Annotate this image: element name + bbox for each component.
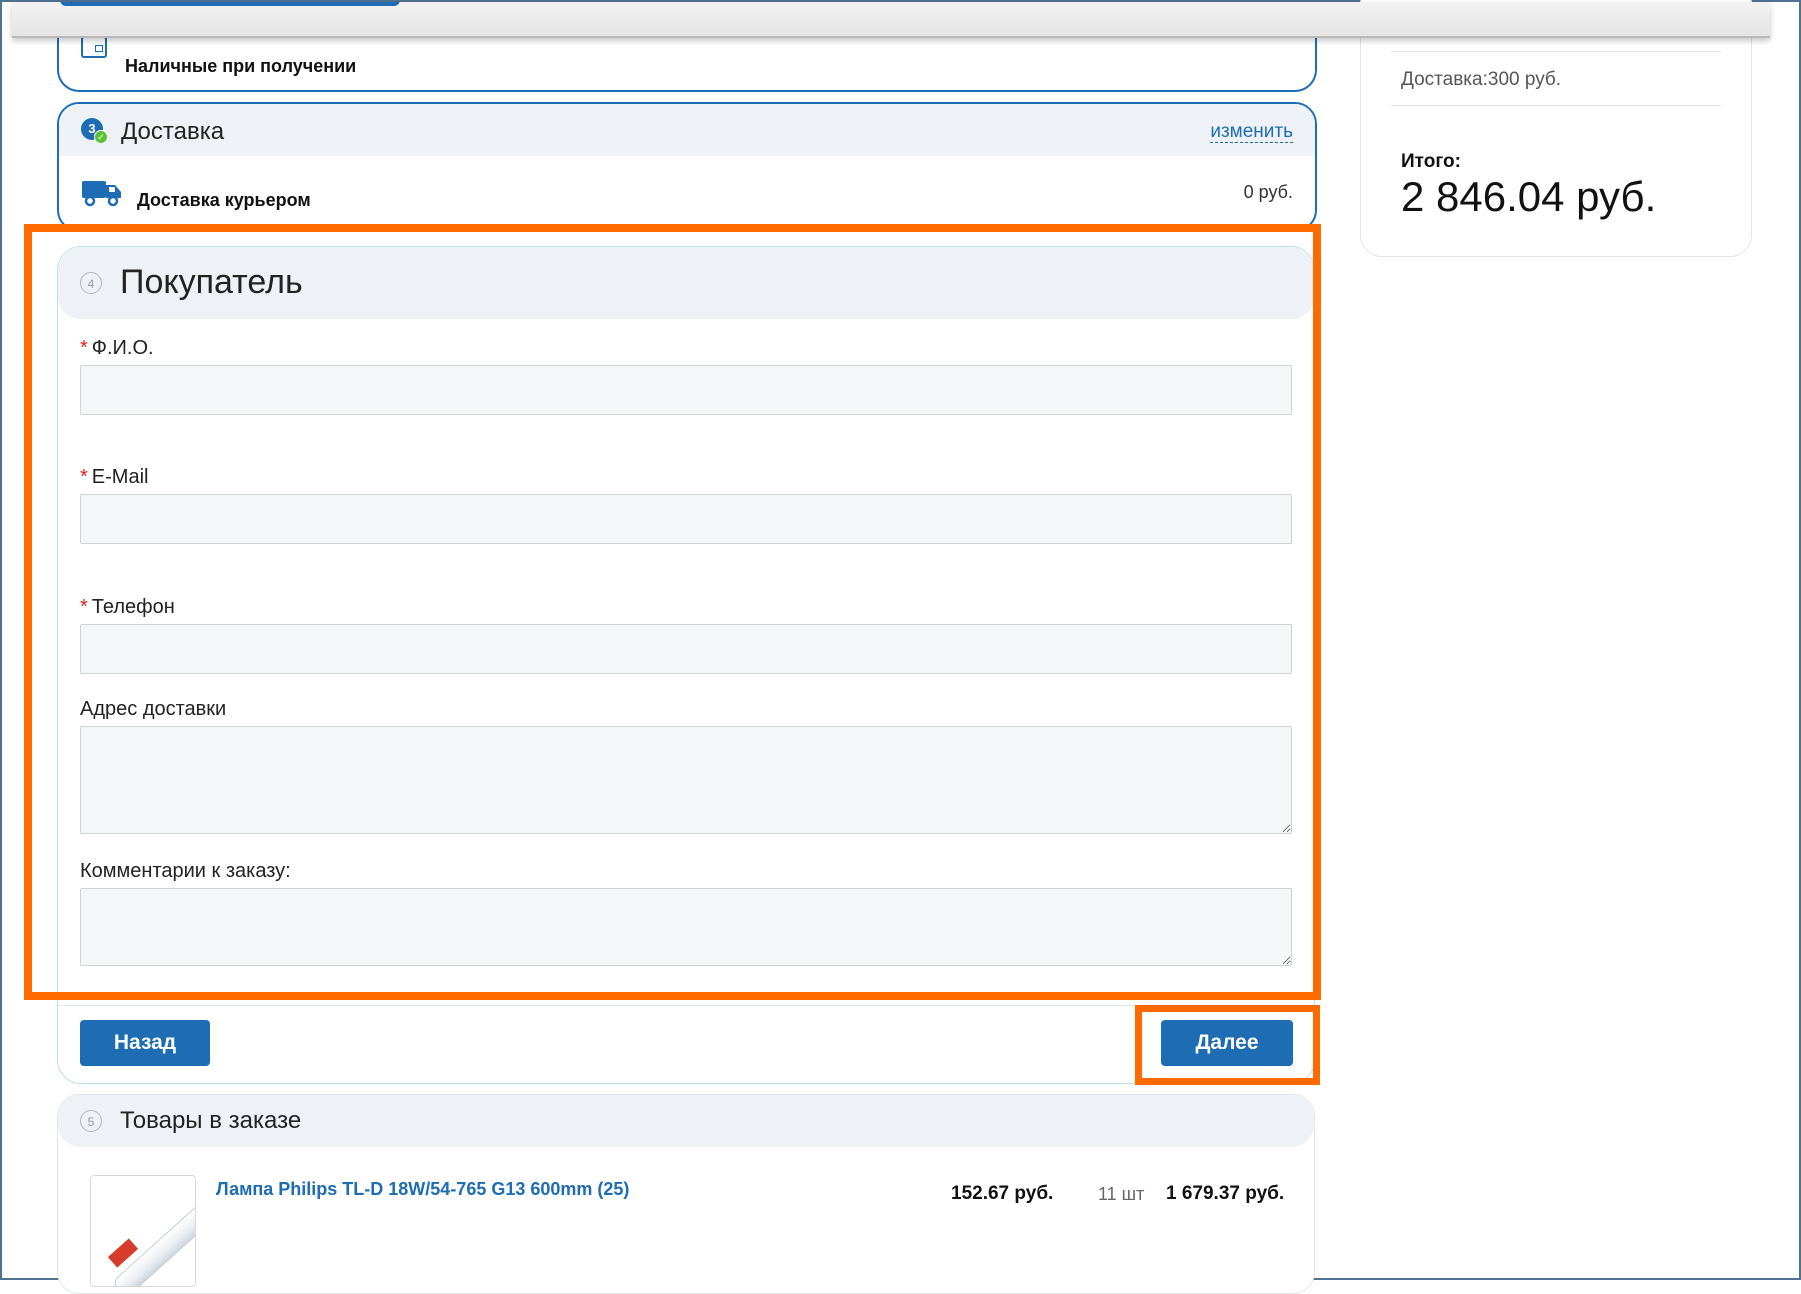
product-quantity: 11 шт [1098,1184,1145,1204]
email-label-text: E-Mail [91,466,149,488]
wallet-icon [81,36,107,58]
buyer-section: 4 Покупатель * Ф.И.О. * E-Mail * Телефон Ад… [57,246,1315,1084]
required-mark: * [80,466,88,488]
product-total: 1 679.37 руб. [1166,1183,1285,1204]
summary-divider [1391,105,1721,106]
summary-total-value: 2 846.04 руб. [1401,173,1657,220]
order-summary: Доставка:300 руб. Итого: 2 846.04 руб. [1360,0,1752,257]
header-button[interactable] [60,2,400,6]
required-mark: * [80,596,88,618]
fio-input[interactable] [80,365,1292,415]
buyer-title: Покупатель [120,263,303,301]
back-button[interactable]: Назад [80,1020,210,1066]
product-thumbnail[interactable] [90,1175,196,1287]
phone-label: * Телефон [80,596,175,619]
page-frame: Наличные при получении 3 ✓ Доставка изме… [0,0,1801,1294]
summary-total-label: Итого: [1401,151,1461,172]
comment-label: Комментарии к заказу: [80,860,291,882]
delivery-header: 3 ✓ Доставка изменить [59,104,1315,156]
step-3-badge: 3 ✓ [81,118,108,144]
step-4-badge: 4 [80,272,102,294]
address-textarea[interactable] [80,726,1292,834]
delivery-section: 3 ✓ Доставка изменить Доставка курьером … [57,102,1317,232]
goods-section: 5 Товары в заказе Лампа Philips TL-D 18W… [57,1094,1315,1294]
product-name-link[interactable]: Лампа Philips TL-D 18W/54-765 G13 600mm … [216,1179,629,1200]
buyer-header: 4 Покупатель [58,247,1314,319]
next-button[interactable]: Далее [1161,1020,1293,1066]
payment-method-label: Наличные при получении [125,56,357,76]
truck-icon [82,181,121,207]
address-label: Адрес доставки [80,698,227,720]
email-label: * E-Mail [80,466,148,489]
phone-label-text: Телефон [91,596,175,618]
summary-divider [1391,51,1721,52]
divider [58,1005,1314,1006]
email-input[interactable] [80,494,1292,544]
goods-header: 5 Товары в заказе [58,1095,1314,1147]
change-delivery-link[interactable]: изменить [1210,122,1293,143]
phone-input[interactable] [80,624,1292,674]
comment-textarea[interactable] [80,888,1292,966]
delivery-title: Доставка [121,118,225,145]
required-mark: * [80,337,88,359]
fio-label: * Ф.И.О. [80,337,154,360]
check-icon: ✓ [94,130,108,144]
summary-delivery: Доставка:300 руб. [1401,69,1562,90]
goods-title: Товары в заказе [120,1107,302,1134]
step-5-badge: 5 [80,1110,102,1132]
delivery-price: 0 руб. [1243,182,1293,202]
product-price: 152.67 руб. [951,1183,1054,1204]
header-bar [12,2,1770,38]
lamp-image [110,1194,195,1286]
delivery-method-label: Доставка курьером [137,190,311,210]
fio-label-text: Ф.И.О. [91,337,154,359]
